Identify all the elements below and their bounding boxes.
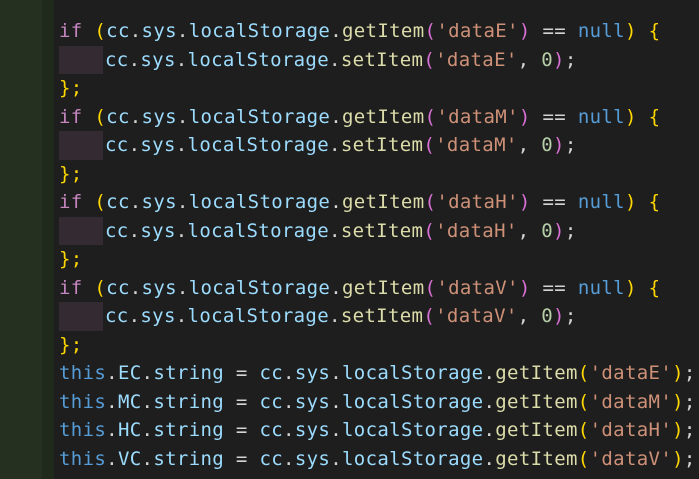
code-line: if (cc.sys.localStorage.getItem('dataH')… [59,191,661,213]
brace: }; [59,77,83,99]
code-line: this.MC.string = cc.sys.localStorage.get… [59,390,696,413]
code-line: }; [59,74,696,103]
code-line: cc.sys.localStorage.setItem('dataM', 0); [59,131,696,160]
identifier: sys [141,20,177,42]
field-name: VC [117,447,142,470]
brace: { [648,20,661,42]
code-editor[interactable]: if (cc.sys.localStorage.getItem('dataE')… [0,0,699,479]
if-keyword: if [59,20,83,42]
operator: == [542,20,567,42]
code-line: if (cc.sys.localStorage.getItem('dataE')… [59,20,661,42]
editor-gutter [0,0,42,479]
null-keyword: null [577,20,625,42]
code-line: cc.sys.localStorage.setItem('dataH', 0); [59,216,696,245]
code-line: this.HC.string = cc.sys.localStorage.get… [59,419,696,441]
string-literal: 'dataV' [436,276,519,299]
this-keyword: this [59,362,107,384]
identifier: localStorage [188,20,331,42]
identifier: cc [106,20,130,42]
code-line: if (cc.sys.localStorage.getItem('dataV')… [59,276,661,299]
code-line: cc.sys.localStorage.setItem('dataV', 0); [59,302,696,331]
field-name: MC [117,390,142,413]
code-line: if (cc.sys.localStorage.getItem('dataM')… [59,105,661,128]
string-literal: 'dataE' [436,20,519,42]
function-name: getItem [341,20,425,42]
number-literal: 0 [541,48,554,71]
paren: ( [94,20,107,42]
code-line: cc.sys.localStorage.setItem('dataE', 0); [59,45,696,74]
field-name: HC [117,419,142,441]
code-line: this.VC.string = cc.sys.localStorage.get… [59,447,696,470]
code-line: }; [59,248,83,270]
operator: = [235,362,248,384]
string-literal: 'dataM' [436,105,519,128]
code-line: this.EC.string = cc.sys.localStorage.get… [59,362,696,384]
git-change-strip [42,0,54,479]
string-literal: 'dataE' [435,48,518,71]
code-line: }; [59,333,83,356]
field-name: EC [117,362,142,384]
code-line: }; [59,162,83,185]
function-name: setItem [340,48,424,71]
string-literal: 'dataH' [436,191,519,213]
code-area[interactable]: if (cc.sys.localStorage.getItem('dataE')… [59,17,696,473]
